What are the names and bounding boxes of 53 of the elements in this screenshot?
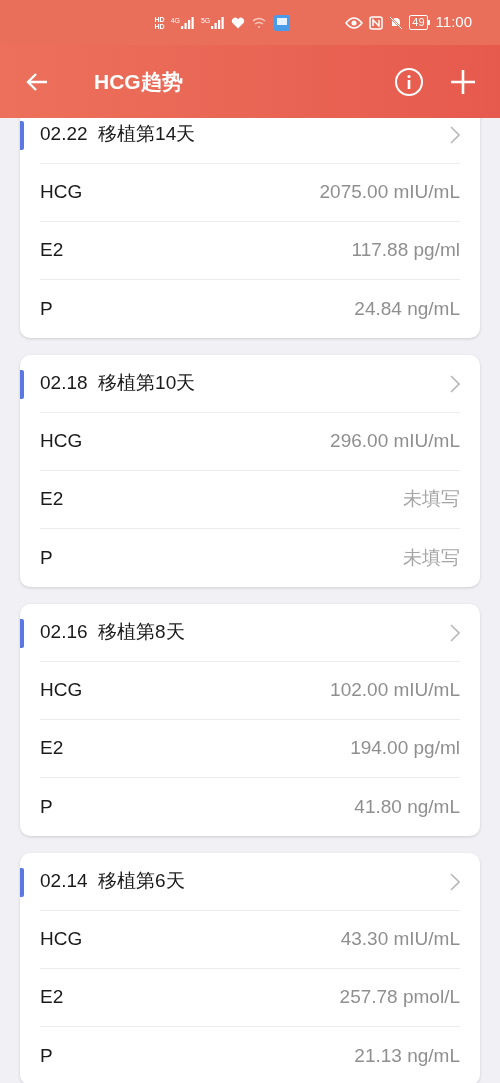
measure-value: 43.30 mIU/mL <box>340 927 460 952</box>
measure-label: P <box>40 545 53 570</box>
record-header[interactable]: 02.16 移植第8天 <box>40 604 460 662</box>
chevron-right-icon <box>450 623 460 642</box>
chevron-right-icon <box>450 374 460 393</box>
measure-label: E2 <box>40 985 64 1010</box>
measure-label: E2 <box>40 487 64 512</box>
accent-bar <box>20 121 24 150</box>
accent-bar <box>20 370 24 399</box>
record-title: 02.22 移植第14天 <box>40 122 196 147</box>
measure-value: 102.00 mIU/mL <box>330 678 460 703</box>
measure-value: 41.80 ng/mL <box>354 794 460 819</box>
signal-icon <box>180 16 195 29</box>
record-header[interactable]: 02.22 移植第14天 <box>40 118 460 164</box>
eye-icon <box>345 16 364 29</box>
measure-value: 194.00 pg/ml <box>350 736 460 761</box>
measure-value: 296.00 mIU/mL <box>330 429 460 454</box>
measure-value: 117.88 pg/ml <box>351 238 460 263</box>
nfc-icon <box>369 15 384 30</box>
page-title: HCG趋势 <box>94 68 183 95</box>
measure-label: HCG <box>40 927 83 952</box>
signal-icon <box>211 16 226 29</box>
measure-label: E2 <box>40 736 64 761</box>
measure-value: 未填写 <box>403 545 460 570</box>
measure-value: 257.78 pmol/L <box>339 985 460 1010</box>
measure-value: 未填写 <box>403 487 460 512</box>
measure-value: 21.13 ng/mL <box>354 1043 460 1068</box>
measure-value: 24.84 ng/mL <box>354 296 460 321</box>
measure-label: P <box>40 1043 53 1068</box>
measure-label: HCG <box>40 429 83 454</box>
measure-label: HCG <box>40 180 83 205</box>
info-button[interactable] <box>394 66 424 97</box>
measure-label: P <box>40 296 53 321</box>
measure-label: E2 <box>40 238 64 263</box>
chevron-right-icon <box>450 872 460 891</box>
chevron-right-icon <box>450 125 460 144</box>
muted-bell-icon <box>389 15 404 30</box>
clock: 11:00 <box>435 12 472 33</box>
record-header[interactable]: 02.18 移植第10天 <box>40 355 460 413</box>
accent-bar <box>20 868 24 897</box>
measure-label: HCG <box>40 678 83 703</box>
wifi-icon <box>251 16 268 29</box>
add-button[interactable] <box>450 68 476 95</box>
record-title: 02.14 移植第6天 <box>40 869 185 894</box>
accent-bar <box>20 619 24 648</box>
record-header[interactable]: 02.14 移植第6天 <box>40 853 460 911</box>
app-icon <box>273 13 292 32</box>
measure-label: P <box>40 794 53 819</box>
battery-indicator: 49 <box>409 15 430 30</box>
measure-value: 2075.00 mIU/mL <box>319 180 460 205</box>
heart-icon <box>231 16 246 29</box>
record-title: 02.16 移植第8天 <box>40 620 185 645</box>
record-title: 02.18 移植第10天 <box>40 371 196 396</box>
